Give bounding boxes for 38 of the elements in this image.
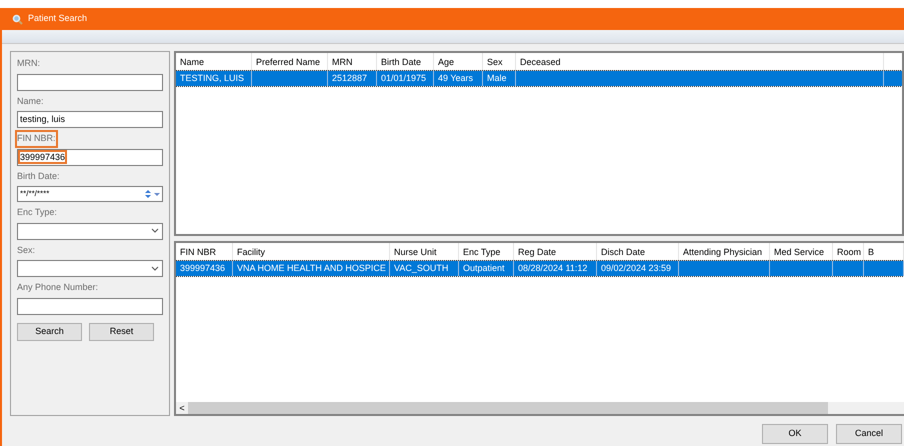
table-cell: VNA HOME HEALTH AND HOSPICE (237, 263, 386, 273)
table-cell: Outpatient (463, 263, 505, 273)
field-label: Any Phone Number: (17, 281, 98, 294)
field-label: Name: (17, 94, 44, 108)
encounter-row[interactable]: 399997436 VNA HOME HEALTH AND HOSPICE VAC_SOUTH Outpatient 08/28/2024 11:12 09/02/2024 23:59 (176, 261, 904, 276)
input-field[interactable]: testing, luis (17, 111, 163, 128)
dropdown-field[interactable] (17, 260, 163, 277)
search-form-button[interactable]: Search (17, 322, 82, 340)
table-cell: 09/02/2024 23:59 (601, 263, 672, 273)
horizontal-scrollbar[interactable]: < (176, 402, 904, 414)
table-cell: TESTING, LUIS (180, 73, 244, 83)
table-cell: Male (487, 73, 507, 83)
input-field[interactable]: 399997436 (17, 148, 163, 166)
field-label: FIN NBR: (17, 132, 56, 146)
dialog-button[interactable]: Cancel (836, 424, 902, 444)
date-field[interactable]: **/**/**** (17, 186, 163, 202)
table-cell: 2512887 (332, 73, 368, 83)
field-label: Birth Date: (17, 170, 60, 182)
table-cell: 49 Years (438, 73, 474, 83)
input-field[interactable] (17, 298, 163, 314)
search-icon (12, 14, 23, 24)
chevron-down-icon (151, 228, 159, 234)
window-title: Patient Search (28, 12, 88, 26)
table-cell: 399997436 (180, 263, 226, 273)
table-cell: 01/01/1975 (381, 73, 426, 83)
table-cell: 08/28/2024 11:12 (518, 263, 588, 273)
dropdown-field[interactable] (17, 222, 163, 240)
field-label: Sex: (17, 244, 36, 256)
dialog-button[interactable]: OK (762, 424, 828, 444)
field-label: MRN: (17, 57, 40, 70)
search-form-button[interactable]: Reset (89, 322, 154, 340)
patient-row[interactable]: TESTING, LUIS 2512887 01/01/1975 49 Years Male (176, 71, 902, 86)
input-field[interactable] (17, 74, 163, 90)
field-label: Enc Type: (17, 206, 57, 219)
table-cell: VAC_SOUTH (394, 263, 448, 273)
chevron-down-icon (151, 266, 159, 272)
spinner-icon[interactable] (144, 188, 152, 200)
scroll-left-button[interactable]: < (176, 402, 188, 414)
